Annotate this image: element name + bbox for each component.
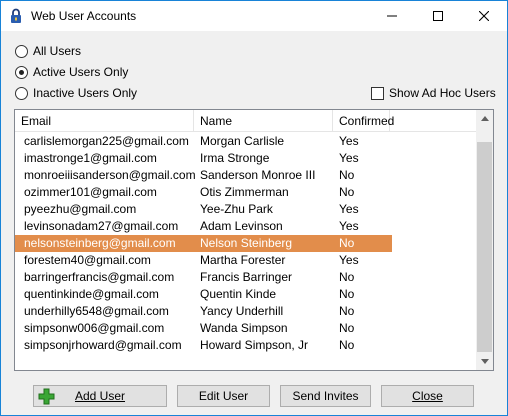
radio-label: Inactive Users Only	[33, 86, 138, 100]
table-row[interactable]: quentinkinde@gmail.com Quentin Kinde No	[15, 286, 392, 303]
chevron-down-icon	[480, 359, 489, 364]
chevron-up-icon	[480, 116, 489, 121]
send-invites-label: Send Invites	[292, 389, 359, 403]
vertical-scrollbar[interactable]	[476, 110, 493, 370]
list-header: Email Name Confirmed	[15, 110, 477, 132]
radio-circle[interactable]	[15, 65, 28, 79]
minimize-button[interactable]	[369, 1, 415, 31]
cell-email: levinsonadam27@gmail.com	[24, 219, 179, 233]
list-rows: carlislemorgan225@gmail.com Morgan Carlis…	[15, 133, 477, 354]
cell-name: Irma Stronge	[200, 151, 270, 165]
close-window-button[interactable]	[461, 1, 507, 31]
radio-active-users-only[interactable]: Active Users Only	[15, 64, 128, 80]
cell-confirmed: No	[339, 236, 355, 250]
radio-all-users[interactable]: All Users	[15, 43, 81, 59]
cell-confirmed: No	[339, 185, 355, 199]
cell-confirmed: No	[339, 321, 355, 335]
column-header-email[interactable]: Email	[15, 110, 194, 132]
radio-label: All Users	[33, 44, 82, 58]
plus-icon	[38, 388, 55, 405]
table-row[interactable]: ozimmer101@gmail.com Otis Zimmerman No	[15, 184, 392, 201]
cell-name: Wanda Simpson	[200, 321, 288, 335]
cell-confirmed: No	[339, 287, 355, 301]
cell-email: nelsonsteinberg@gmail.com	[24, 236, 176, 250]
cell-confirmed: Yes	[339, 151, 359, 165]
cell-name: Sanderson Monroe III	[200, 168, 316, 182]
cell-email: pyeezhu@gmail.com	[24, 202, 137, 216]
cell-email: underhilly6548@gmail.com	[24, 304, 169, 318]
close-icon	[479, 11, 489, 21]
user-list-view[interactable]: Email Name Confirmed carlislemorgan225@g…	[14, 109, 494, 371]
cell-confirmed: No	[339, 338, 355, 352]
column-header-confirmed[interactable]: Confirmed	[333, 110, 394, 132]
cell-name: Yancy Underhill	[200, 304, 284, 318]
title-bar[interactable]: Web User Accounts	[1, 1, 507, 31]
checkbox-box[interactable]	[371, 86, 384, 100]
column-header-name[interactable]: Name	[194, 110, 333, 132]
cell-confirmed: Yes	[339, 134, 359, 148]
table-row[interactable]: carlislemorgan225@gmail.com Morgan Carlis…	[15, 133, 392, 150]
table-row[interactable]: nelsonsteinberg@gmail.com Nelson Steinber…	[15, 235, 392, 252]
cell-name: Otis Zimmerman	[200, 185, 289, 199]
table-row[interactable]: forestem40@gmail.com Martha Forester Yes	[15, 252, 392, 269]
edit-user-button[interactable]: Edit User	[177, 385, 270, 407]
cell-name: Adam Levinson	[200, 219, 283, 233]
cell-confirmed: Yes	[339, 253, 359, 267]
table-row[interactable]: underhilly6548@gmail.com Yancy Underhill N…	[15, 303, 392, 320]
scroll-up-button[interactable]	[476, 110, 493, 127]
cell-email: imastronge1@gmail.com	[24, 151, 157, 165]
cell-confirmed: No	[339, 270, 355, 284]
table-row[interactable]: barringerfrancis@gmail.com Francis Barrin…	[15, 269, 392, 286]
close-label: Close	[412, 389, 443, 403]
cell-name: Quentin Kinde	[200, 287, 277, 301]
cell-email: simpsonw006@gmail.com	[24, 321, 165, 335]
add-user-label: Add User	[74, 389, 126, 403]
cell-confirmed: No	[339, 304, 355, 318]
table-row[interactable]: monroeiiisanderson@gmail.com Sanderson Mo…	[15, 167, 392, 184]
table-row[interactable]: imastronge1@gmail.com Irma Stronge Yes	[15, 150, 392, 167]
table-row[interactable]: pyeezhu@gmail.com Yee-Zhu Park Yes	[15, 201, 392, 218]
cell-email: carlislemorgan225@gmail.com	[24, 134, 189, 148]
cell-confirmed: Yes	[339, 202, 359, 216]
radio-inactive-users-only[interactable]: Inactive Users Only	[15, 85, 137, 101]
radio-circle[interactable]	[15, 86, 28, 100]
maximize-button[interactable]	[415, 1, 461, 31]
cell-confirmed: No	[339, 168, 355, 182]
table-row[interactable]: simpsonw006@gmail.com Wanda Simpson No	[15, 320, 392, 337]
close-button[interactable]: Close	[381, 385, 474, 407]
cell-email: ozimmer101@gmail.com	[24, 185, 157, 199]
cell-confirmed: Yes	[339, 219, 359, 233]
show-adhoc-users-checkbox[interactable]: Show Ad Hoc Users	[371, 85, 496, 101]
add-user-button[interactable]: Add User	[33, 385, 167, 407]
padlock-icon	[11, 8, 21, 23]
radio-circle[interactable]	[15, 44, 28, 58]
cell-email: monroeiiisanderson@gmail.com	[24, 168, 196, 182]
scroll-thumb[interactable]	[477, 142, 492, 352]
cell-email: barringerfrancis@gmail.com	[24, 270, 175, 284]
cell-email: simpsonjrhoward@gmail.com	[24, 338, 182, 352]
cell-name: Howard Simpson, Jr	[200, 338, 309, 352]
minimize-icon	[387, 15, 397, 17]
radio-label: Active Users Only	[33, 65, 129, 79]
window-title: Web User Accounts	[31, 9, 137, 23]
scroll-down-button[interactable]	[476, 353, 493, 370]
cell-name: Yee-Zhu Park	[200, 202, 273, 216]
table-row[interactable]: levinsonadam27@gmail.com Adam Levinson Yes	[15, 218, 392, 235]
send-invites-button[interactable]: Send Invites	[280, 385, 371, 407]
cell-name: Francis Barringer	[200, 270, 293, 284]
edit-user-label: Edit User	[198, 389, 249, 403]
checkbox-label: Show Ad Hoc Users	[389, 86, 496, 100]
maximize-icon	[433, 11, 443, 21]
cell-email: quentinkinde@gmail.com	[24, 287, 159, 301]
web-user-accounts-window: Web User Accounts All Users Active Users…	[0, 0, 508, 416]
cell-name: Nelson Steinberg	[200, 236, 293, 250]
table-row[interactable]: simpsonjrhoward@gmail.com Howard Simpson,…	[15, 337, 392, 354]
cell-email: forestem40@gmail.com	[24, 253, 151, 267]
cell-name: Morgan Carlisle	[200, 134, 285, 148]
cell-name: Martha Forester	[200, 253, 286, 267]
